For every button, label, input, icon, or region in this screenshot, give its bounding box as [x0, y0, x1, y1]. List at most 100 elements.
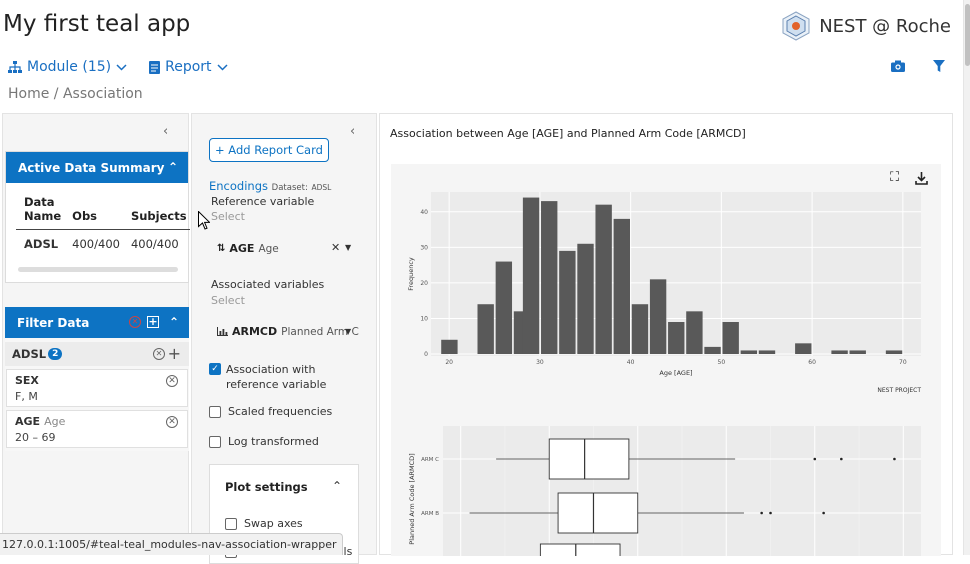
filter-card-age[interactable]: AGEAge 20 – 69 ✕ — [6, 410, 188, 448]
filter-value: 20 – 69 — [15, 431, 179, 444]
hist-bar — [704, 347, 720, 354]
table-scrollbar[interactable] — [18, 267, 178, 272]
clear-selection-icon[interactable]: ✕ — [331, 241, 340, 254]
filter-icon[interactable] — [933, 60, 945, 73]
y-tick-label: 0 — [424, 351, 428, 358]
y-tick-label: ARM B — [421, 511, 439, 517]
checkbox-label: Scaled frequencies — [228, 405, 332, 418]
box-rect — [549, 439, 629, 479]
box-outlier — [760, 512, 763, 515]
filter-name: AGE — [15, 415, 40, 428]
page-scrollbar[interactable] — [963, 0, 970, 555]
associated-variables-placeholder[interactable]: Select — [211, 294, 245, 307]
numeric-sort-icon: ⇅ — [217, 243, 225, 254]
dataset-value: ADSL — [311, 183, 331, 192]
breadcrumb: Home / Association — [8, 86, 143, 102]
add-filter-icon[interactable]: + — [147, 316, 159, 328]
cell: ADSL — [16, 230, 64, 258]
remove-dataset-filters-icon[interactable]: ✕ — [153, 348, 165, 360]
summary-table: Data Name Obs Subjects ADSL 400/400 400/… — [16, 195, 190, 257]
filter-count-badge: 2 — [48, 348, 62, 360]
x-tick-label: 20 — [445, 359, 453, 366]
hist-bar — [686, 311, 702, 354]
remove-filter-icon[interactable]: ✕ — [166, 416, 178, 428]
x-tick-label: 50 — [718, 359, 726, 366]
add-dataset-filter-icon[interactable]: + — [168, 344, 181, 363]
filter-panel: ‹ Active Data Summary ⌃ Data Name Obs Su… — [2, 113, 189, 555]
scaled-frequencies-checkbox[interactable]: Scaled frequencies — [209, 405, 332, 418]
encodings-panel: ‹ + Add Report Card Encodings Dataset: A… — [191, 113, 377, 555]
checkbox-icon[interactable] — [209, 406, 221, 418]
box-rect — [558, 493, 638, 533]
reference-variable-select[interactable]: ⇅ AGE Age — [217, 242, 279, 255]
associated-variables-select[interactable]: ARMCD Planned Arm C — [217, 325, 359, 338]
hist-bar — [441, 340, 457, 354]
encodings-title: Encodings — [209, 179, 268, 193]
hist-bar — [886, 350, 902, 354]
active-data-summary-header[interactable]: Active Data Summary ⌃ — [6, 152, 188, 183]
dataset-filter-row: ADSL 2 ✕ + — [5, 342, 189, 366]
log-transformed-checkbox[interactable]: Log transformed — [209, 435, 319, 448]
y-axis-label: Frequency — [407, 257, 415, 291]
dropdown-caret-icon[interactable]: ▼ — [345, 327, 351, 336]
swap-axes-checkbox[interactable]: Swap axes — [225, 517, 303, 530]
y-axis-label: Planned Arm Code [ARMCD] — [408, 453, 416, 544]
active-data-summary-title: Active Data Summary — [18, 161, 165, 175]
remove-all-filters-icon[interactable]: ✕ — [129, 316, 141, 328]
add-report-card-button[interactable]: + Add Report Card — [209, 138, 329, 162]
hist-bar — [668, 322, 684, 354]
collapse-left-panel-icon[interactable]: ‹ — [163, 124, 168, 139]
reference-variable-placeholder[interactable]: Select — [211, 210, 245, 223]
association-plot: 010203040203040506070Age [AGE]FrequencyN… — [391, 164, 941, 556]
report-icon — [149, 61, 160, 74]
module-dropdown[interactable]: Module (15) — [8, 59, 127, 75]
x-axis-label: Age [AGE] — [659, 369, 692, 377]
collapse-encodings-icon[interactable]: ‹ — [350, 124, 355, 139]
bar-chart-icon — [217, 327, 228, 336]
checkbox-checked-icon[interactable]: ✓ — [209, 363, 221, 375]
box-outlier — [840, 458, 843, 461]
output-panel: Association between Age [AGE] and Planne… — [379, 113, 953, 555]
status-url: 127.0.0.1:1005/#teal-teal_modules-nav-as… — [0, 533, 343, 555]
table-row: ADSL 400/400 400/400 — [16, 230, 190, 258]
nav-actions — [891, 60, 945, 73]
hist-bar — [614, 219, 630, 354]
filter-data-title: Filter Data — [17, 316, 89, 330]
output-title: Association between Age [AGE] and Planne… — [390, 127, 746, 140]
checkbox-icon[interactable] — [209, 436, 221, 448]
selected-value: ARMCD — [232, 325, 277, 338]
chevron-up-icon[interactable]: ⌃ — [168, 160, 178, 174]
remove-filter-icon[interactable]: ✕ — [166, 375, 178, 387]
camera-icon[interactable] — [891, 60, 905, 72]
checkbox-label: Swap axes — [244, 517, 303, 530]
hist-bar — [595, 205, 611, 354]
mouse-cursor-icon — [198, 211, 210, 230]
plot-settings-title[interactable]: Plot settings — [225, 480, 308, 494]
nest-logo-icon — [781, 11, 811, 41]
module-label: Module (15) — [27, 59, 111, 75]
cell: 400/400 — [64, 230, 123, 258]
report-dropdown[interactable]: Report — [149, 59, 227, 75]
hist-bar — [523, 198, 539, 354]
chevron-up-icon[interactable]: ⌃ — [169, 315, 179, 329]
x-tick-label: 70 — [899, 359, 907, 366]
report-label: Report — [165, 59, 211, 75]
hist-bar — [831, 350, 847, 354]
filter-card-sex[interactable]: SEX F, M ✕ — [6, 369, 188, 407]
checkbox-label: Association with reference variable — [226, 362, 369, 392]
app-title: My first teal app — [3, 11, 190, 37]
checkbox-icon[interactable] — [225, 518, 237, 530]
brand-text: NEST @ Roche — [819, 16, 951, 37]
hist-bar — [577, 244, 593, 354]
sitemap-icon — [8, 61, 22, 74]
filter-data-header[interactable]: Filter Data ✕ + ⌃ — [5, 307, 189, 338]
hist-bar — [496, 262, 512, 354]
chevron-up-icon[interactable]: ⌃ — [332, 479, 342, 493]
dropdown-caret-icon[interactable]: ▼ — [345, 243, 351, 252]
y-tick-label: 30 — [420, 244, 428, 251]
filter-data-card: Filter Data ✕ + ⌃ ADSL 2 ✕ + SEX F, M ✕ … — [5, 307, 189, 451]
encodings-heading: Encodings Dataset: ADSL — [209, 179, 331, 193]
association-checkbox[interactable]: ✓ Association with reference variable — [209, 362, 369, 392]
x-tick-label: 30 — [536, 359, 544, 366]
hist-bar — [723, 322, 739, 354]
